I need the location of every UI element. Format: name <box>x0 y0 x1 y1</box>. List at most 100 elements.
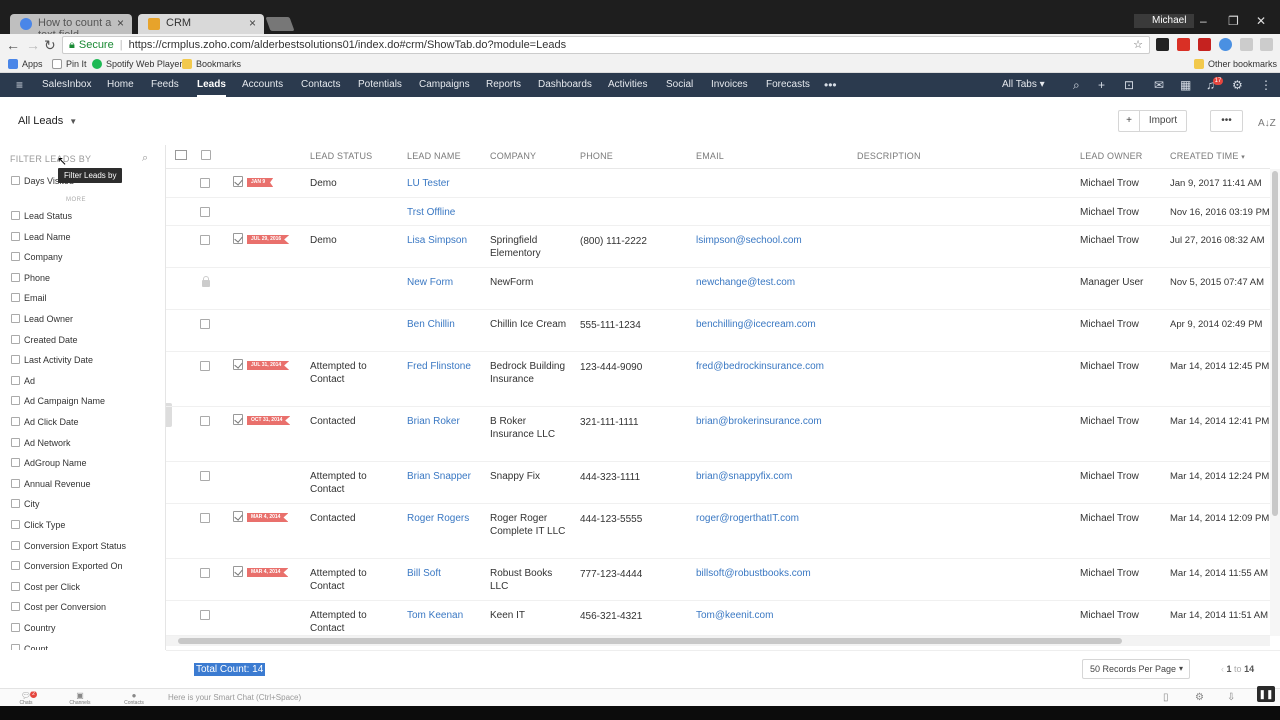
calendar-icon[interactable]: ▦ <box>1180 78 1191 92</box>
checkbox[interactable] <box>11 417 20 426</box>
nav-potentials[interactable]: Potentials <box>358 79 402 90</box>
col-description[interactable]: DESCRIPTION <box>857 151 921 161</box>
close-tab-icon[interactable]: × <box>249 16 256 30</box>
back-icon[interactable]: ← <box>6 37 20 53</box>
table-row[interactable]: MAR 4, 2014 Attempted to Contact Bill Soft… <box>166 559 1270 601</box>
filter-item[interactable]: Lead Owner <box>11 314 73 326</box>
add-lead-button[interactable]: + <box>1118 110 1139 132</box>
checkbox[interactable] <box>11 355 20 365</box>
filter-item[interactable]: Ad Network <box>11 437 71 450</box>
email-link[interactable]: roger@rogerthatIT.com <box>696 512 851 525</box>
filter-item[interactable]: Lead Status <box>11 211 72 223</box>
table-row[interactable]: JAN 9 Demo LU Tester Michael Trow Jan 9, 201… <box>166 169 1270 198</box>
nav-invoices[interactable]: Invoices <box>711 79 748 90</box>
filter-item[interactable]: Conversion Export Status <box>11 540 126 553</box>
nav-dashboards[interactable]: Dashboards <box>538 79 592 90</box>
reload-icon[interactable]: ↻ <box>44 37 56 54</box>
menu-dots-icon[interactable] <box>1260 38 1273 51</box>
nav-reports[interactable]: Reports <box>486 79 521 90</box>
lead-name-link[interactable]: Fred Flinstone <box>407 360 477 373</box>
row-checkbox[interactable] <box>200 207 210 217</box>
plus-icon[interactable]: + <box>1098 78 1105 92</box>
table-row[interactable]: MAR 4, 2014 Contacted Roger Rogers Roger Ro… <box>166 504 1270 559</box>
filter-item[interactable]: Ad <box>11 375 35 388</box>
other-bookmarks[interactable]: Other bookmarks <box>1194 59 1277 69</box>
table-row[interactable]: Attempted to Contact Tom Keenan Keen IT 456… <box>166 601 1270 636</box>
task-icon[interactable] <box>233 511 243 522</box>
contacts-button[interactable]: ● Contacts <box>108 691 160 706</box>
checkbox[interactable] <box>11 623 20 632</box>
table-row[interactable]: OCT 31, 2014 Contacted Brian Roker B Roker … <box>166 407 1270 462</box>
extension-icon[interactable] <box>1156 38 1169 51</box>
mail-icon[interactable]: ✉ <box>1154 78 1164 92</box>
hamburger-menu-icon[interactable]: ≡ <box>16 78 23 92</box>
nav-accounts[interactable]: Accounts <box>242 79 283 90</box>
filter-item[interactable]: Phone <box>11 272 50 285</box>
checkbox[interactable] <box>11 231 20 241</box>
forward-icon[interactable]: → <box>26 37 40 53</box>
table-row[interactable]: Attempted to Contact Brian Snapper Snappy … <box>166 462 1270 504</box>
nav-activities[interactable]: Activities <box>608 79 647 90</box>
prev-page-icon[interactable]: ‹ <box>1221 664 1224 674</box>
select-all-checkbox[interactable] <box>201 150 211 160</box>
document-icon[interactable]: ▯ <box>1163 692 1169 703</box>
search-icon[interactable]: ⌕ <box>1073 78 1080 93</box>
lead-name-link[interactable]: Tom Keenan <box>407 609 477 622</box>
scroll-thumb[interactable] <box>1272 171 1278 516</box>
more-actions-button[interactable]: ••• <box>1210 110 1243 132</box>
filter-search-icon[interactable]: ⌕ <box>142 152 148 165</box>
checkbox[interactable] <box>11 211 20 220</box>
row-checkbox[interactable] <box>200 361 210 371</box>
lead-name-link[interactable]: Brian Snapper <box>407 470 477 483</box>
filter-item[interactable]: Cost per Conversion <box>11 602 106 614</box>
sort-az-icon[interactable]: A↓Z <box>1258 118 1276 129</box>
filter-item[interactable]: Email <box>11 293 47 305</box>
checkbox[interactable] <box>11 540 20 550</box>
browser-tab-active[interactable]: CRM × <box>138 14 264 34</box>
task-icon[interactable] <box>233 359 243 370</box>
lead-name-link[interactable]: Lisa Simpson <box>407 234 477 247</box>
row-checkbox[interactable] <box>200 178 210 188</box>
column-settings-icon[interactable] <box>175 150 187 160</box>
gamepad-icon[interactable]: ⊡ <box>1124 78 1134 92</box>
filter-item[interactable]: Annual Revenue <box>11 478 91 491</box>
cloud-icon[interactable] <box>1219 38 1232 51</box>
task-icon[interactable] <box>233 233 243 244</box>
email-link[interactable]: brian@snappyfix.com <box>696 470 851 483</box>
bookmark-spotify[interactable]: Spotify Web Player <box>92 59 182 69</box>
nav-feeds[interactable]: Feeds <box>151 79 179 90</box>
checkbox[interactable] <box>11 252 20 262</box>
bookmark-apps[interactable]: Apps <box>8 59 43 69</box>
vertical-scrollbar[interactable] <box>1270 169 1280 636</box>
maximize-icon[interactable]: ❐ <box>1228 14 1239 28</box>
extension-icon[interactable] <box>1198 38 1211 51</box>
task-icon[interactable] <box>233 566 243 577</box>
row-checkbox[interactable] <box>200 471 210 481</box>
col-lead-owner[interactable]: LEAD OWNER <box>1080 151 1143 161</box>
checkbox[interactable] <box>11 458 20 468</box>
email-link[interactable]: billsoft@robustbooks.com <box>696 567 851 580</box>
checkbox[interactable] <box>11 272 20 282</box>
table-row[interactable]: JUL 31, 2014 Attempted to Contact Fred Fli… <box>166 352 1270 407</box>
filter-item[interactable]: Created Date <box>11 334 78 347</box>
col-created-time[interactable]: CREATED TIME ▾ <box>1170 151 1245 161</box>
smart-chat-input[interactable]: Here is your Smart Chat (Ctrl+Space) <box>168 693 301 702</box>
filter-item[interactable]: City <box>11 499 40 511</box>
bookmark-star-icon[interactable]: ☆ <box>1133 38 1143 51</box>
checkbox[interactable] <box>11 520 20 529</box>
filter-item[interactable]: Country <box>11 623 56 635</box>
filter-item[interactable]: Cost per Click <box>11 581 80 594</box>
lead-name-link[interactable]: New Form <box>407 276 477 289</box>
task-icon[interactable] <box>233 414 243 425</box>
nav-leads[interactable]: Leads <box>197 79 226 97</box>
nav-campaigns[interactable]: Campaigns <box>419 79 470 90</box>
checkbox[interactable] <box>11 334 20 344</box>
col-phone[interactable]: PHONE <box>580 151 613 161</box>
col-company[interactable]: COMPANY <box>490 151 536 161</box>
nav-salesinbox[interactable]: SalesInbox <box>42 79 91 90</box>
filter-item[interactable]: AdGroup Name <box>11 458 87 470</box>
filter-item[interactable]: Last Activity Date <box>11 355 93 367</box>
row-checkbox[interactable] <box>200 568 210 578</box>
lead-name-link[interactable]: Brian Roker <box>407 415 477 428</box>
checkbox[interactable] <box>11 437 20 447</box>
